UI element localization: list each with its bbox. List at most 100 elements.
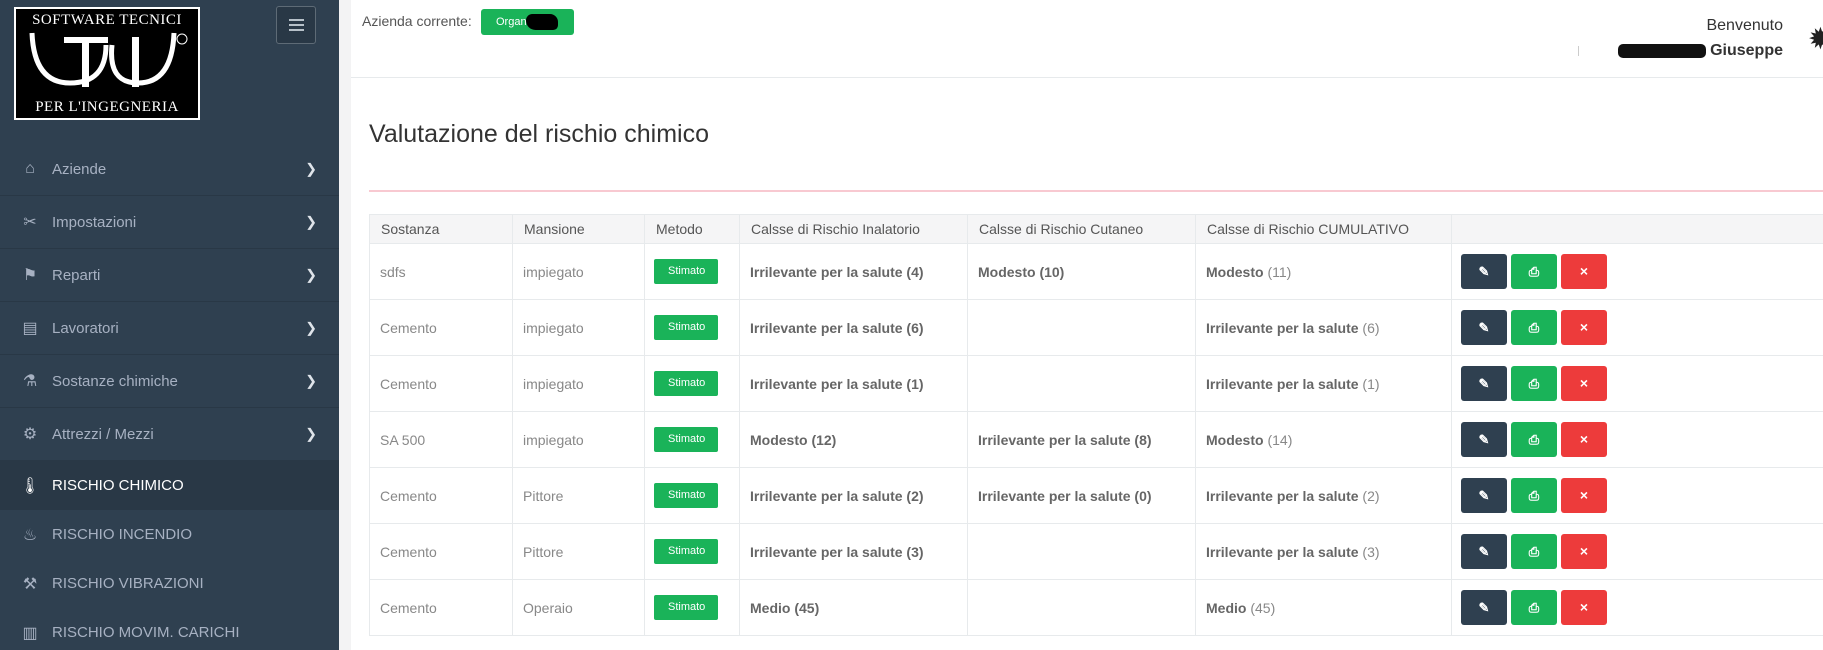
edit-button[interactable]: ✎: [1461, 590, 1507, 625]
cell-actions: ✎ ⎙ ×: [1451, 579, 1823, 636]
cell-mansione: impiegato: [512, 355, 645, 412]
delete-button[interactable]: ×: [1561, 366, 1607, 401]
id-card-icon: ▤: [22, 320, 38, 337]
edit-button[interactable]: ✎: [1461, 422, 1507, 457]
delete-button[interactable]: ×: [1561, 590, 1607, 625]
print-button[interactable]: ⎙: [1511, 422, 1557, 457]
edit-button[interactable]: ✎: [1461, 310, 1507, 345]
sidebar-item-label: RISCHIO VIBRAZIONI: [52, 575, 204, 592]
method-badge: Stimato: [654, 539, 719, 564]
chevron-right-icon: ❯: [305, 213, 317, 230]
sidebar-item-rischio-vibrazioni[interactable]: ⚒ RISCHIO VIBRAZIONI: [0, 559, 339, 608]
table-row: Cemento Pittore Stimato Irrilevante per la …: [369, 467, 1823, 524]
delete-button[interactable]: ×: [1561, 534, 1607, 569]
cell-sostanza: sdfs: [369, 243, 513, 300]
jackhammer-icon: ⚒: [22, 575, 38, 593]
header-inalatorio[interactable]: Calsse di Rischio Inalatorio: [739, 214, 968, 244]
sidebar-item-rischio-incendio[interactable]: ♨ RISCHIO INCENDIO: [0, 510, 339, 559]
method-badge: Stimato: [654, 259, 719, 284]
header-cutaneo[interactable]: Calsse di Rischio Cutaneo: [967, 214, 1196, 244]
sidebar-item-label: Sostanze chimiche: [52, 372, 178, 390]
print-icon: ⎙: [1528, 320, 1540, 335]
edit-button[interactable]: ✎: [1461, 366, 1507, 401]
sidebar-item-label: Aziende: [52, 160, 107, 178]
close-icon: ×: [1579, 375, 1589, 391]
cell-cutaneo: Irrilevante per la salute (8): [967, 411, 1196, 468]
logo-top-text: SOFTWARE TECNICI: [32, 12, 182, 28]
edit-button[interactable]: ✎: [1461, 254, 1507, 289]
gear-icon[interactable]: ✹: [1808, 22, 1823, 57]
sidebar-item-aziende[interactable]: ⌂ Aziende ❯: [0, 143, 339, 196]
method-badge: Stimato: [654, 427, 719, 452]
table-row: Cemento Operaio Stimato Medio (45) Medio (45…: [369, 579, 1823, 636]
tools-icon: ✂: [23, 214, 37, 231]
flask-icon: ⚗: [22, 373, 38, 390]
print-icon: ⎙: [1528, 432, 1540, 447]
header-actions: [1451, 214, 1823, 244]
cell-metodo: Stimato: [644, 467, 740, 524]
cell-mansione: impiegato: [512, 411, 645, 468]
cell-cumulativo: Irrilevante per la salute (3): [1195, 523, 1452, 580]
header-sostanza[interactable]: Sostanza: [369, 214, 513, 244]
divider: [1578, 46, 1579, 56]
print-button[interactable]: ⎙: [1511, 310, 1557, 345]
method-badge: Stimato: [654, 483, 719, 508]
sidebar-item-reparti[interactable]: ⚑ Reparti ❯: [0, 249, 339, 302]
cell-sostanza: Cemento: [369, 299, 513, 356]
header-metodo[interactable]: Metodo: [644, 214, 740, 244]
print-button[interactable]: ⎙: [1511, 478, 1557, 513]
print-button[interactable]: ⎙: [1511, 590, 1557, 625]
close-icon: ×: [1579, 263, 1589, 279]
table-header-row: Sostanza Mansione Metodo Calsse di Risch…: [369, 214, 1823, 244]
cell-cutaneo: [967, 299, 1196, 356]
edit-button[interactable]: ✎: [1461, 478, 1507, 513]
print-button[interactable]: ⎙: [1511, 254, 1557, 289]
print-button[interactable]: ⎙: [1511, 366, 1557, 401]
header-mansione[interactable]: Mansione: [512, 214, 645, 244]
current-company-badge[interactable]: Organi: [481, 9, 574, 35]
sidebar-item-impostazioni[interactable]: ✂ Impostazioni ❯: [0, 196, 339, 249]
sidebar-item-sostanze-chimiche[interactable]: ⚗ Sostanze chimiche ❯: [0, 355, 339, 408]
sidebar-item-lavoratori[interactable]: ▤ Lavoratori ❯: [0, 302, 339, 355]
thermometer-icon: 🌡: [19, 477, 41, 495]
cell-cumulativo: Modesto (11): [1195, 243, 1452, 300]
cell-actions: ✎ ⎙ ×: [1451, 355, 1823, 412]
cell-cutaneo: [967, 579, 1196, 636]
print-icon: ⎙: [1528, 376, 1540, 391]
delete-button[interactable]: ×: [1561, 254, 1607, 289]
sidebar-item-rischio-movim-carichi[interactable]: ▥ RISCHIO MOVIM. CARICHI: [0, 608, 339, 650]
cell-sostanza: Cemento: [369, 355, 513, 412]
cell-cutaneo: Irrilevante per la salute (0): [967, 467, 1196, 524]
redaction-mark: [1618, 43, 1707, 58]
close-icon: ×: [1579, 543, 1589, 559]
delete-button[interactable]: ×: [1561, 310, 1607, 345]
table-row: Cemento impiegato Stimato Irrilevante per l…: [369, 299, 1823, 356]
cell-cumulativo: Irrilevante per la salute (2): [1195, 467, 1452, 524]
delete-button[interactable]: ×: [1561, 422, 1607, 457]
sidebar-item-label: Attrezzi / Mezzi: [52, 425, 154, 443]
header-cumulativo[interactable]: Calsse di Rischio CUMULATIVO: [1195, 214, 1452, 244]
sidebar-nav: ⌂ Aziende ❯ ✂ Impostazioni ❯ ⚑ Reparti ❯ ▤ Lavorat…: [0, 143, 339, 650]
sidebar: SOFTWARE TECNICI PER L'INGEGNERIA ⌂ Azien…: [0, 0, 339, 650]
print-button[interactable]: ⎙: [1511, 534, 1557, 569]
cell-metodo: Stimato: [644, 243, 740, 300]
close-icon: ×: [1579, 599, 1589, 615]
print-icon: ⎙: [1528, 264, 1540, 279]
cell-metodo: Stimato: [644, 299, 740, 356]
cell-mansione: impiegato: [512, 299, 645, 356]
hamburger-icon: [288, 19, 304, 21]
luggage-icon: ▥: [22, 624, 38, 642]
content-panel: Valutazione del rischio chimico Sostanza…: [351, 78, 1823, 650]
sidebar-item-attrezzi-mezzi[interactable]: ⚙ Attrezzi / Mezzi ❯: [0, 408, 339, 461]
cell-metodo: Stimato: [644, 355, 740, 412]
cell-cumulativo: Irrilevante per la salute (1): [1195, 355, 1452, 412]
user-name[interactable]: Giuseppe: [1618, 42, 1783, 60]
menu-toggle-button[interactable]: [276, 6, 316, 44]
sidebar-item-rischio-chimico[interactable]: 🌡 RISCHIO CHIMICO: [0, 461, 339, 510]
print-icon: ⎙: [1528, 600, 1540, 615]
company-logo[interactable]: SOFTWARE TECNICI PER L'INGEGNERIA: [14, 7, 200, 120]
delete-button[interactable]: ×: [1561, 478, 1607, 513]
sidebar-item-label: Impostazioni: [52, 213, 137, 231]
sidebar-item-label: RISCHIO CHIMICO: [52, 477, 184, 494]
edit-button[interactable]: ✎: [1461, 534, 1507, 569]
